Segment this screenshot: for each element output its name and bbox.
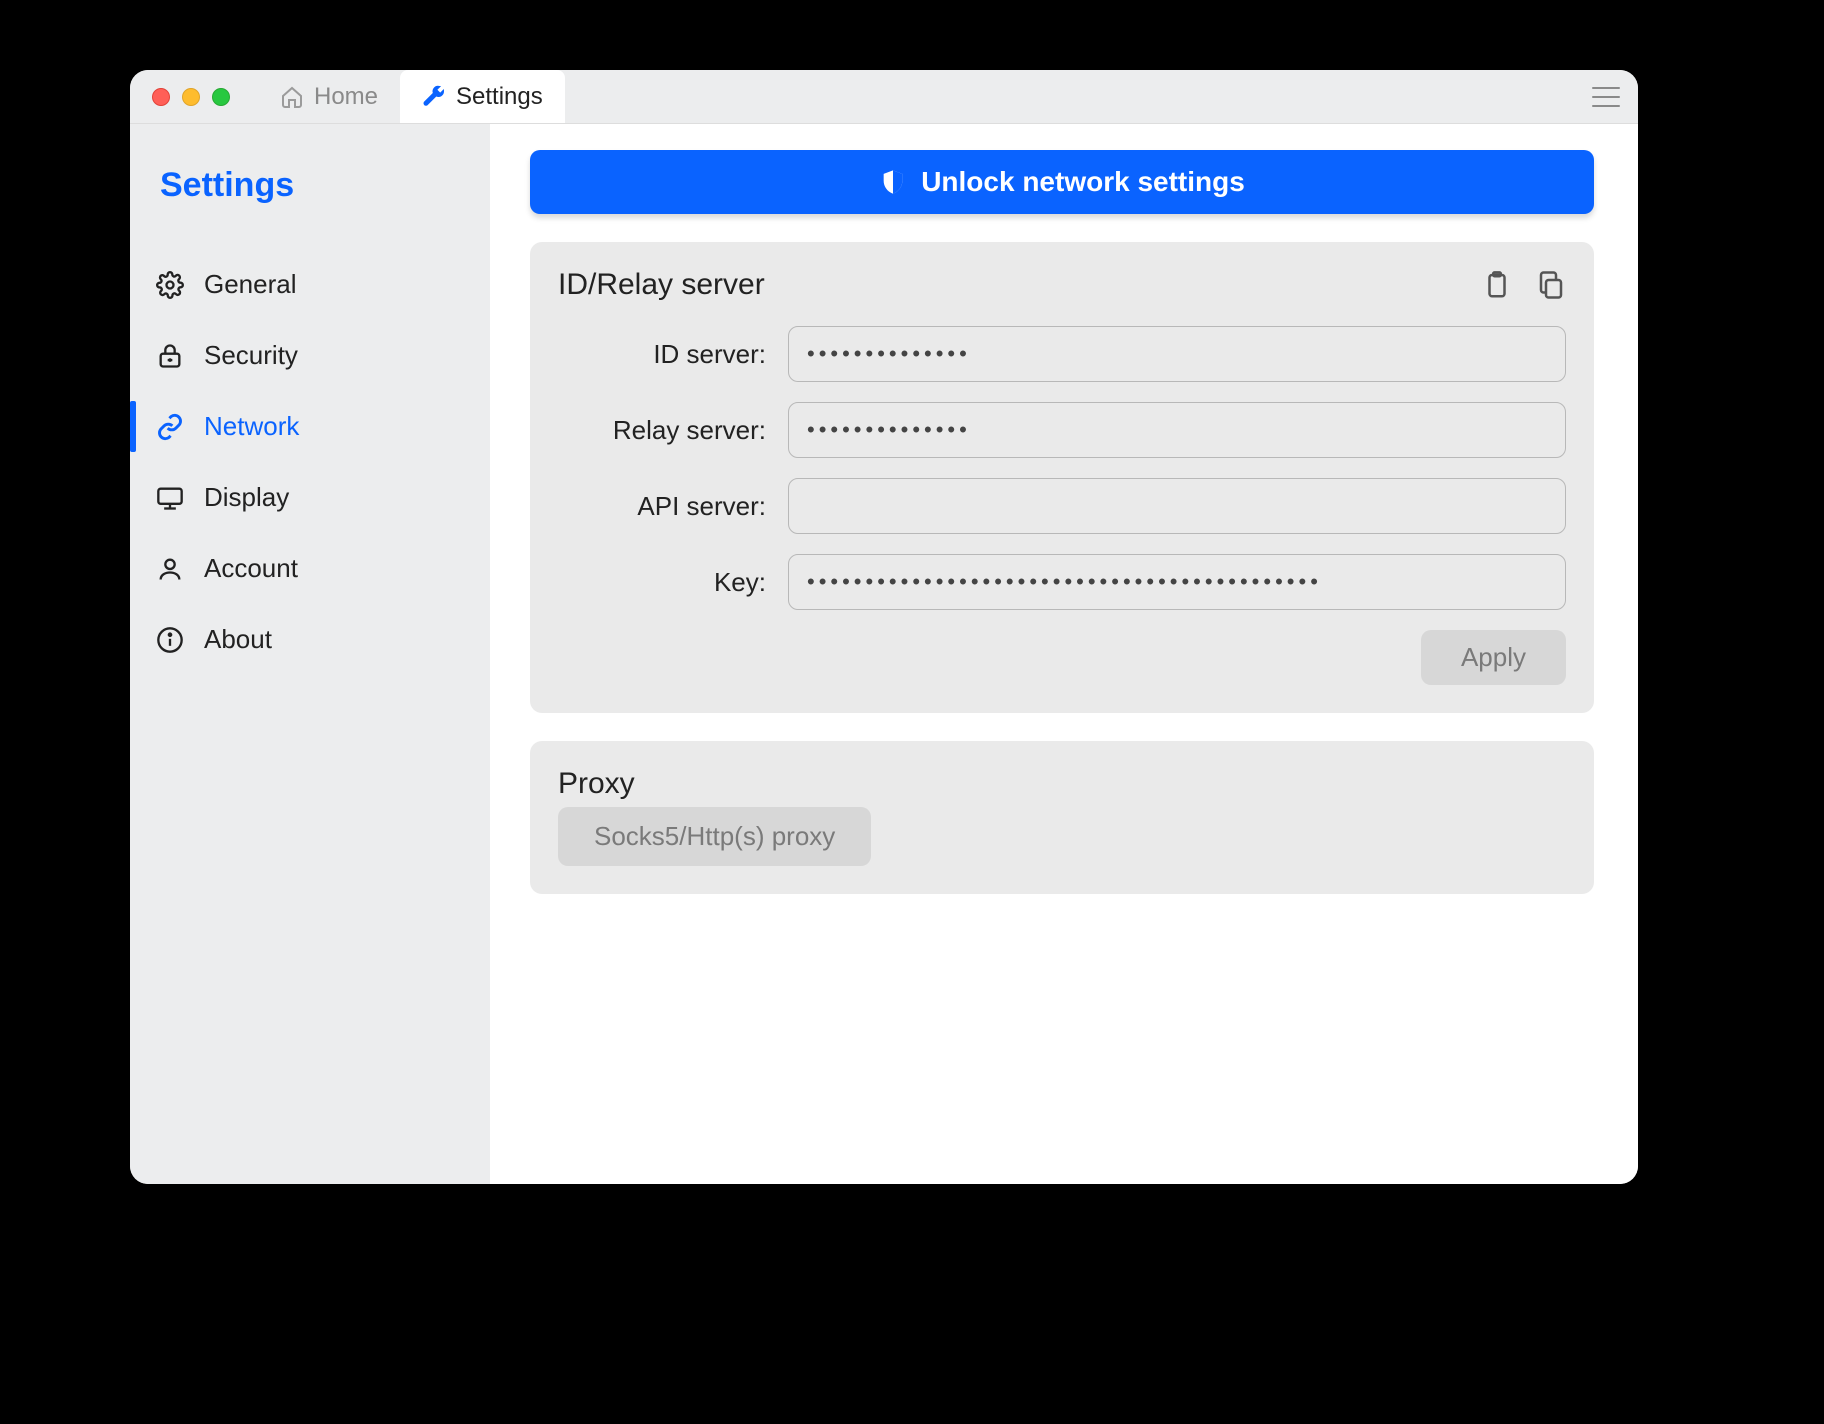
tab-settings[interactable]: Settings: [400, 70, 565, 123]
sidebar-item-label: Network: [204, 411, 299, 442]
sidebar-title: Settings: [130, 152, 490, 249]
key-row: Key:: [558, 554, 1566, 610]
panel-header: ID/Relay server: [558, 268, 1566, 302]
id-server-label: ID server:: [558, 339, 788, 370]
api-server-row: API server:: [558, 478, 1566, 534]
panel-actions: [1482, 270, 1566, 300]
maximize-window-button[interactable]: [212, 88, 230, 106]
person-icon: [156, 555, 184, 583]
menu-button[interactable]: [1592, 87, 1620, 107]
sidebar-item-label: Security: [204, 340, 298, 371]
gear-icon: [156, 271, 184, 299]
sidebar-item-network[interactable]: Network: [130, 391, 490, 462]
app-window: Home Settings Settings General Security: [130, 70, 1638, 1184]
sidebar-item-label: Account: [204, 553, 298, 584]
home-icon: [280, 85, 304, 109]
info-icon: [156, 626, 184, 654]
monitor-icon: [156, 484, 184, 512]
lock-icon: [156, 342, 184, 370]
id-relay-panel: ID/Relay server ID server: Relay server:…: [530, 242, 1594, 713]
unlock-button-label: Unlock network settings: [921, 166, 1245, 198]
panel-title: ID/Relay server: [558, 268, 765, 302]
unlock-network-settings-button[interactable]: Unlock network settings: [530, 150, 1594, 214]
proxy-panel: Proxy Socks5/Http(s) proxy: [530, 741, 1594, 894]
tab-home[interactable]: Home: [258, 70, 400, 123]
key-label: Key:: [558, 567, 788, 598]
wrench-icon: [422, 85, 446, 109]
apply-button[interactable]: Apply: [1421, 630, 1566, 685]
api-server-input[interactable]: [788, 478, 1566, 534]
sidebar-item-security[interactable]: Security: [130, 320, 490, 391]
minimize-window-button[interactable]: [182, 88, 200, 106]
sidebar-item-general[interactable]: General: [130, 249, 490, 320]
relay-server-row: Relay server:: [558, 402, 1566, 458]
copy-icon[interactable]: [1536, 270, 1566, 300]
sidebar-item-about[interactable]: About: [130, 604, 490, 675]
tab-settings-label: Settings: [456, 83, 543, 111]
tab-strip: Home Settings: [258, 70, 565, 123]
link-icon: [156, 413, 184, 441]
content-area: Unlock network settings ID/Relay server …: [490, 124, 1638, 1184]
api-server-label: API server:: [558, 491, 788, 522]
tab-home-label: Home: [314, 83, 378, 111]
traffic-lights: [152, 88, 230, 106]
id-server-row: ID server:: [558, 326, 1566, 382]
sidebar-item-label: Display: [204, 482, 289, 513]
socks5-proxy-button[interactable]: Socks5/Http(s) proxy: [558, 807, 871, 866]
app-body: Settings General Security Network Displa…: [130, 124, 1638, 1184]
id-server-input[interactable]: [788, 326, 1566, 382]
proxy-panel-title: Proxy: [558, 767, 1566, 801]
shield-icon: [879, 168, 907, 196]
sidebar: Settings General Security Network Displa…: [130, 124, 490, 1184]
relay-server-label: Relay server:: [558, 415, 788, 446]
close-window-button[interactable]: [152, 88, 170, 106]
paste-icon[interactable]: [1482, 270, 1512, 300]
relay-server-input[interactable]: [788, 402, 1566, 458]
sidebar-item-display[interactable]: Display: [130, 462, 490, 533]
titlebar: Home Settings: [130, 70, 1638, 124]
apply-row: Apply: [558, 630, 1566, 685]
sidebar-item-label: General: [204, 269, 297, 300]
key-input[interactable]: [788, 554, 1566, 610]
sidebar-item-account[interactable]: Account: [130, 533, 490, 604]
sidebar-item-label: About: [204, 624, 272, 655]
